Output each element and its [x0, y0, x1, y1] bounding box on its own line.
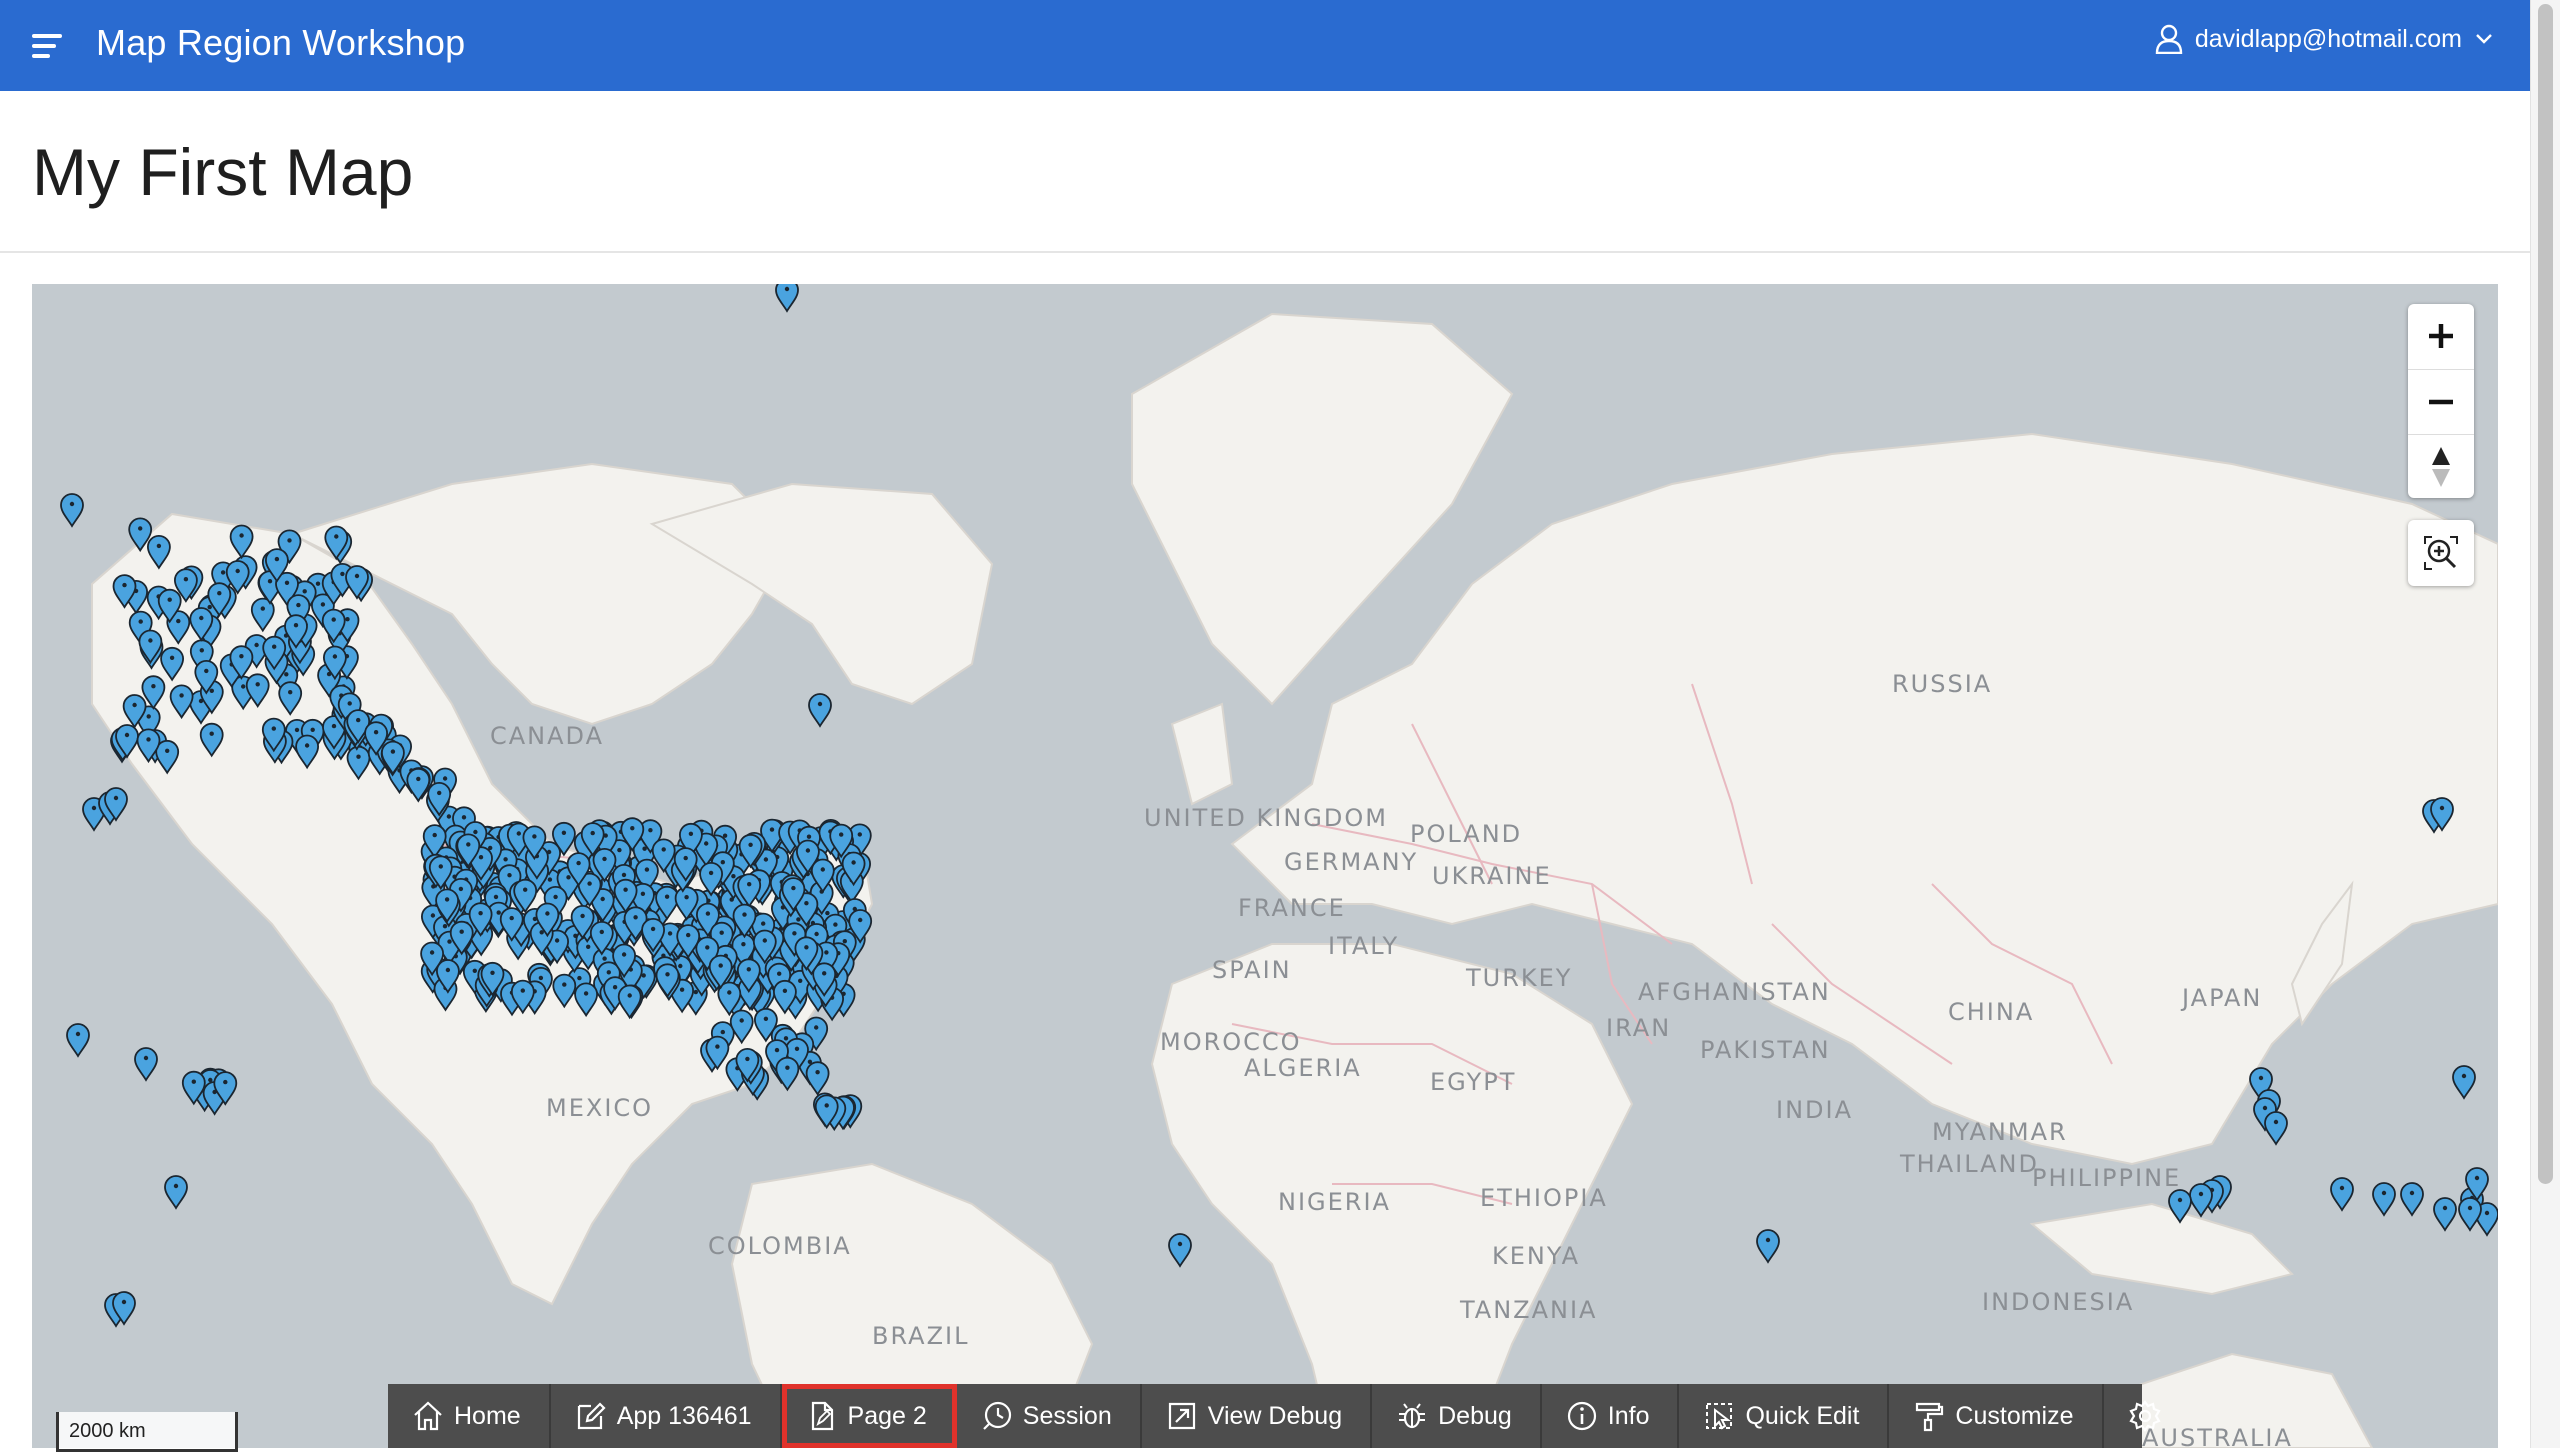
map-marker[interactable]: [729, 1009, 754, 1045]
devbar-page-button[interactable]: Page 2: [781, 1384, 957, 1448]
plus-icon: [2429, 324, 2453, 348]
map-marker[interactable]: [60, 493, 84, 528]
devbar-info-button[interactable]: Info: [1542, 1384, 1680, 1448]
zoom-to-data-control: [2408, 520, 2474, 586]
map-marker[interactable]: [2189, 1183, 2213, 1218]
map-marker[interactable]: [2433, 1197, 2457, 1232]
compass-icon: [2432, 446, 2450, 487]
title-divider: [0, 251, 2530, 253]
map-marker[interactable]: [66, 1023, 90, 1058]
devbar-app-button[interactable]: App 136461: [551, 1384, 782, 1448]
map-marker[interactable]: [2400, 1182, 2424, 1217]
map-marker[interactable]: [808, 693, 832, 728]
map-marker[interactable]: [2458, 1197, 2482, 1232]
reset-bearing-button[interactable]: [2408, 434, 2474, 498]
devbar-view-debug-button[interactable]: View Debug: [1142, 1384, 1373, 1448]
user-icon: [2155, 24, 2183, 54]
zoom-to-data-icon: [2424, 536, 2458, 570]
devbar-home-button[interactable]: Home: [388, 1384, 551, 1448]
map-marker[interactable]: [1756, 1229, 1780, 1264]
map-marker[interactable]: [147, 535, 171, 570]
devbar-debug-button[interactable]: Debug: [1372, 1384, 1542, 1448]
view-debug-icon: [1168, 1402, 1195, 1430]
map-marker[interactable]: [775, 284, 799, 313]
devbar-session-label: Session: [1022, 1401, 1112, 1430]
devbar-settings-button[interactable]: [2104, 1384, 2190, 1448]
zoom-controls: [2408, 304, 2474, 498]
map-marker[interactable]: [775, 1056, 800, 1092]
scrollbar-thumb[interactable]: [2538, 4, 2553, 1184]
edit-icon: [577, 1402, 606, 1430]
page-icon: [811, 1401, 833, 1431]
map-marker[interactable]: [229, 524, 254, 560]
map-marker[interactable]: [160, 646, 185, 682]
map-marker[interactable]: [617, 984, 642, 1020]
map-marker[interactable]: [2330, 1177, 2354, 1212]
navigation-menu-icon[interactable]: [28, 28, 68, 64]
map-marker[interactable]: [278, 681, 303, 716]
devbar-debug-label: Debug: [1438, 1401, 1512, 1430]
zoom-out-button[interactable]: [2408, 369, 2474, 433]
map-marker[interactable]: [2264, 1111, 2288, 1146]
developer-toolbar: Home App 136461 Page 2 Session View Debu…: [388, 1384, 2161, 1448]
bug-icon: [1399, 1403, 1426, 1429]
minus-icon: [2429, 399, 2453, 404]
devbar-customize-button[interactable]: Customize: [1889, 1384, 2104, 1448]
devbar-quick-edit-button[interactable]: Quick Edit: [1679, 1384, 1890, 1448]
devbar-info-label: Info: [1607, 1401, 1650, 1430]
devbar-quick-edit-label: Quick Edit: [1745, 1401, 1860, 1430]
map-region[interactable]: CANADA RUSSIA UNITED KINGDOM GERMANY POL…: [32, 284, 2498, 1448]
map-marker[interactable]: [805, 1061, 830, 1096]
map-marker[interactable]: [155, 739, 180, 775]
paint-roller-icon: [1916, 1402, 1944, 1432]
gear-icon: [2128, 1400, 2161, 1432]
zoom-in-button[interactable]: [2408, 304, 2474, 368]
map-scale-bar: 2000 km: [56, 1412, 238, 1452]
map-marker[interactable]: [169, 684, 194, 720]
page-scrollbar[interactable]: [2530, 0, 2560, 1448]
map-marker[interactable]: [199, 722, 224, 758]
map-marker[interactable]: [2452, 1065, 2476, 1100]
map-marker[interactable]: [2168, 1189, 2192, 1224]
map-marker[interactable]: [346, 745, 371, 781]
home-icon: [414, 1401, 442, 1431]
devbar-app-label: App 136461: [616, 1401, 752, 1430]
info-icon: [1567, 1401, 1596, 1431]
map-marker[interactable]: [295, 734, 320, 770]
map-marker[interactable]: [699, 862, 723, 897]
app-title[interactable]: Map Region Workshop: [96, 22, 465, 64]
page-title: My First Map: [32, 135, 414, 209]
zoom-to-data-button[interactable]: [2408, 520, 2474, 586]
chevron-down-icon: [2476, 34, 2492, 44]
devbar-home-label: Home: [454, 1401, 521, 1430]
map-marker[interactable]: [1168, 1233, 1192, 1268]
user-email: davidlapp@hotmail.com: [2194, 24, 2462, 53]
map-marker[interactable]: [574, 982, 598, 1018]
session-icon: [983, 1401, 1011, 1430]
app-header: Map Region Workshop davidlapp@hotmail.co…: [0, 0, 2530, 91]
quick-edit-icon: [1706, 1403, 1733, 1430]
map-marker[interactable]: [164, 1175, 188, 1210]
map-marker[interactable]: [245, 673, 270, 708]
devbar-customize-label: Customize: [1955, 1401, 2074, 1430]
devbar-session-button[interactable]: Session: [957, 1384, 1142, 1448]
user-menu[interactable]: davidlapp@hotmail.com: [2155, 24, 2494, 54]
map-marker[interactable]: [552, 973, 577, 1009]
map-marker[interactable]: [406, 768, 431, 803]
devbar-view-debug-label: View Debug: [1207, 1401, 1343, 1430]
map-markers-layer[interactable]: [32, 284, 2498, 1448]
devbar-page-label: Page 2: [847, 1401, 927, 1430]
map-marker[interactable]: [134, 1047, 158, 1082]
map-marker[interactable]: [2372, 1182, 2396, 1217]
